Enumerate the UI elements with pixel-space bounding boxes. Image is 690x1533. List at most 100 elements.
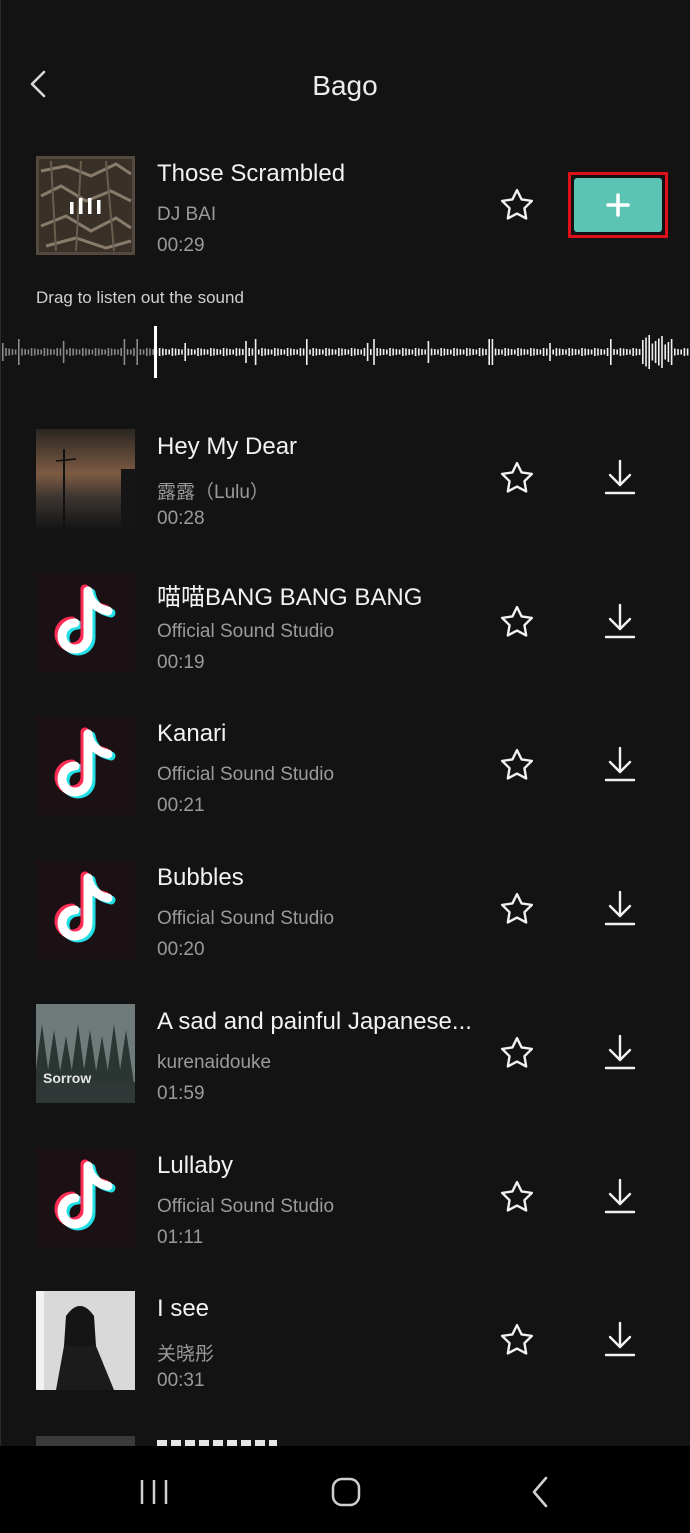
waveform-bar bbox=[210, 348, 212, 356]
waveform-bar bbox=[418, 348, 420, 356]
waveform-bar bbox=[171, 348, 174, 356]
download-button[interactable] bbox=[601, 457, 639, 499]
waveform-bar bbox=[389, 348, 391, 356]
waveform-bar bbox=[338, 348, 340, 356]
song-row[interactable]: I see 关晓彤 00:31 bbox=[0, 1291, 690, 1401]
waveform-bar bbox=[469, 348, 471, 356]
waveform-bar bbox=[184, 343, 186, 361]
waveform-bar bbox=[434, 349, 436, 355]
download-button[interactable] bbox=[601, 601, 639, 643]
waveform-bar bbox=[264, 348, 266, 356]
waveform-bar bbox=[677, 349, 679, 355]
favorite-button[interactable] bbox=[498, 603, 536, 641]
waveform-bar bbox=[475, 349, 478, 355]
waveform-bar bbox=[158, 348, 161, 356]
waveform-bar bbox=[398, 349, 401, 355]
waveform-bar bbox=[91, 349, 94, 355]
drag-hint: Drag to listen out the sound bbox=[36, 288, 244, 307]
waveform-bar bbox=[226, 348, 228, 356]
favorite-button[interactable] bbox=[498, 1178, 536, 1216]
waveform-bar bbox=[165, 349, 167, 355]
download-button[interactable] bbox=[601, 1176, 639, 1218]
song-row[interactable]: Hey My Dear 露露（Lulu） 00:28 bbox=[0, 429, 690, 539]
waveform-bar bbox=[571, 348, 574, 356]
waveform-bar bbox=[283, 349, 286, 355]
song-artist: 关晓彤 bbox=[157, 1344, 215, 1365]
download-icon bbox=[604, 1178, 636, 1214]
waveform-bar bbox=[37, 349, 39, 355]
waveform-bar bbox=[450, 349, 452, 355]
waveform-bar bbox=[5, 348, 7, 356]
home-button[interactable] bbox=[327, 1474, 365, 1515]
waveform-bar bbox=[456, 348, 458, 356]
star-outline-icon bbox=[500, 188, 534, 220]
waveform-bar bbox=[312, 348, 314, 356]
waveform-bar bbox=[120, 348, 122, 356]
waveform-bar bbox=[130, 349, 132, 355]
waveform-bar bbox=[24, 349, 26, 355]
waveform-bar bbox=[626, 349, 628, 355]
waveform-bar bbox=[213, 348, 215, 356]
waveform-bar bbox=[85, 348, 87, 356]
song-row[interactable]: Sorrow A sad and painful Japanese... kuren… bbox=[0, 1004, 690, 1114]
waveform-bar bbox=[530, 348, 532, 356]
song-row[interactable]: Lullaby Official Sound Studio 01:11 bbox=[0, 1148, 690, 1258]
song-duration: 00:28 bbox=[157, 508, 205, 529]
recents-icon bbox=[140, 1480, 168, 1504]
song-row[interactable]: Kanari Official Sound Studio 00:21 bbox=[0, 716, 690, 826]
waveform-bar bbox=[248, 348, 250, 356]
waveform-bar bbox=[686, 348, 689, 356]
favorite-button[interactable] bbox=[498, 1321, 536, 1359]
waveform-bar bbox=[488, 339, 490, 365]
waveform-bar bbox=[411, 349, 414, 355]
waveform-bar bbox=[190, 349, 193, 355]
download-icon bbox=[604, 746, 636, 782]
song-row[interactable]: 喵喵BANG BANG BANG Official Sound Studio 00:… bbox=[0, 573, 690, 683]
download-button[interactable] bbox=[601, 1319, 639, 1361]
system-back-button[interactable] bbox=[524, 1474, 558, 1515]
waveform-bar bbox=[581, 348, 583, 356]
system-nav-bar bbox=[0, 1446, 690, 1533]
waveform-bar bbox=[62, 341, 65, 363]
download-button[interactable] bbox=[601, 1032, 639, 1074]
page-title: Bago bbox=[312, 70, 378, 101]
waveform-bar bbox=[658, 338, 660, 366]
back-icon bbox=[532, 1476, 548, 1508]
favorite-button[interactable] bbox=[498, 890, 536, 928]
waveform-bar bbox=[197, 348, 199, 356]
playing-indicator-icon bbox=[70, 198, 101, 214]
song-duration: 00:19 bbox=[157, 652, 205, 673]
waveform-bar bbox=[648, 335, 650, 369]
waveform-bar bbox=[309, 349, 311, 355]
waveform-bar bbox=[459, 349, 462, 355]
favorite-button[interactable] bbox=[498, 746, 536, 784]
waveform-bar bbox=[651, 343, 654, 361]
favorite-button[interactable] bbox=[498, 186, 536, 224]
song-artist: 露露（Lulu） bbox=[157, 482, 269, 503]
waveform-bar bbox=[462, 349, 465, 355]
waveform-bar bbox=[267, 349, 270, 355]
waveform-bar bbox=[322, 349, 324, 355]
favorite-button[interactable] bbox=[498, 459, 536, 497]
song-title: Bubbles bbox=[157, 864, 244, 891]
recents-button[interactable] bbox=[134, 1476, 174, 1513]
favorite-button[interactable] bbox=[498, 1034, 536, 1072]
download-button[interactable] bbox=[601, 744, 639, 786]
waveform-bar bbox=[200, 348, 202, 356]
waveform-bar bbox=[75, 349, 78, 355]
download-button[interactable] bbox=[601, 888, 639, 930]
playhead[interactable] bbox=[154, 326, 157, 378]
waveform-bar bbox=[98, 348, 100, 356]
song-row[interactable]: Bubbles Official Sound Studio 00:20 bbox=[0, 860, 690, 970]
waveform-bar bbox=[168, 349, 170, 355]
waveform-bar bbox=[533, 348, 535, 356]
waveform-bar bbox=[354, 348, 356, 356]
waveform-scrubber[interactable] bbox=[0, 324, 690, 380]
waveform-bar bbox=[645, 337, 647, 367]
waveform-bar bbox=[328, 348, 330, 356]
album-cover bbox=[36, 573, 135, 672]
add-music-button[interactable] bbox=[574, 178, 662, 232]
waveform-bar bbox=[568, 348, 570, 356]
waveform-bar bbox=[194, 349, 196, 355]
waveform-bar bbox=[526, 349, 529, 355]
